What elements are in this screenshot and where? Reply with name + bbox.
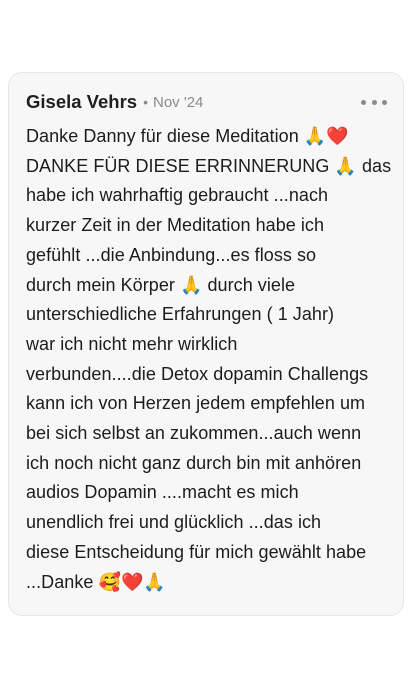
more-options-icon[interactable] [361,95,387,109]
comment-card: Gisela Vehrs • Nov '24 Danke Danny für d… [8,72,404,616]
comment-text: Danke Danny für diese Meditation 🙏❤️ DAN… [26,126,392,592]
more-dot-2 [371,99,377,105]
comment-date: Nov '24 [152,93,204,111]
comment-header: Gisela Vehrs • Nov '24 [26,87,391,117]
author-name[interactable]: Gisela Vehrs [26,91,137,113]
more-dot-1 [361,99,366,105]
separator-dot: • [143,94,148,110]
more-dot-3 [382,99,387,105]
